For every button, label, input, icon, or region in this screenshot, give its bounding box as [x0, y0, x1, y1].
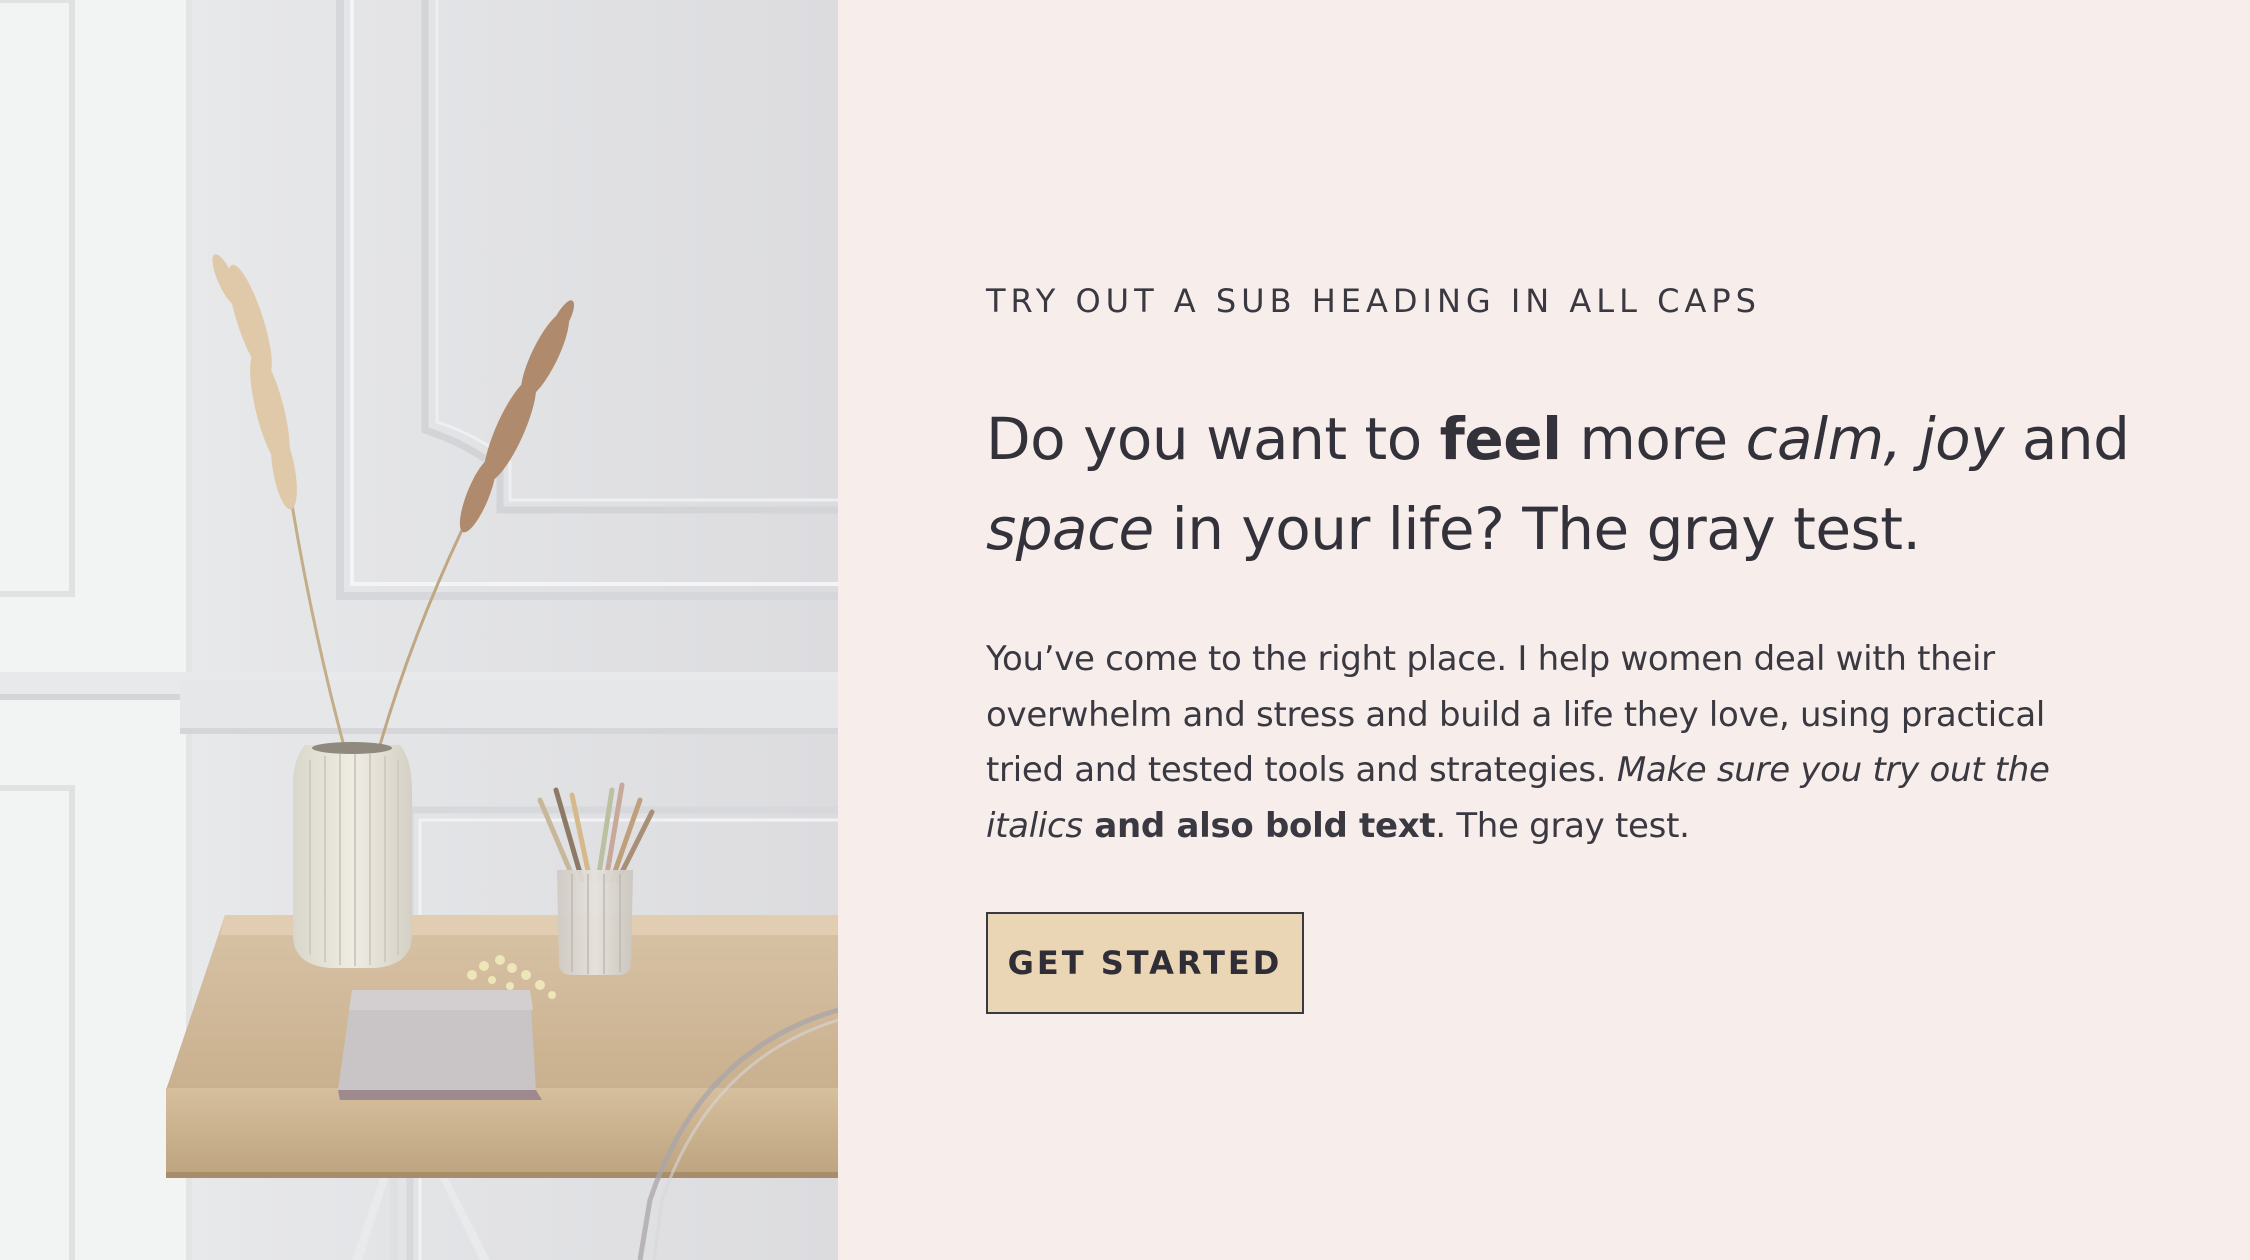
headline-text: more [1561, 405, 1746, 473]
headline-text: Do you want to [986, 405, 1440, 473]
headline-text: and [2003, 405, 2130, 473]
headline-italic-text: space [986, 495, 1154, 563]
headline-text: in your life? The gray test. [1153, 495, 1921, 563]
hero-content: TRY OUT A SUB HEADING IN ALL CAPS Do you… [838, 0, 2250, 1260]
sub-heading: TRY OUT A SUB HEADING IN ALL CAPS [986, 282, 1761, 320]
intro-bold-text: and also bold text [1082, 805, 1436, 846]
intro-paragraph: You’ve come to the right place. I help w… [986, 632, 2066, 854]
headline-bold-text: feel [1439, 405, 1562, 473]
get-started-button[interactable]: GET STARTED [986, 912, 1304, 1014]
headline: Do you want to feel more calm, joy and s… [986, 394, 2136, 574]
intro-text: . The gray test. [1435, 805, 1690, 846]
headline-italic-text: calm, joy [1745, 405, 2005, 473]
hero-photo [0, 0, 838, 1260]
